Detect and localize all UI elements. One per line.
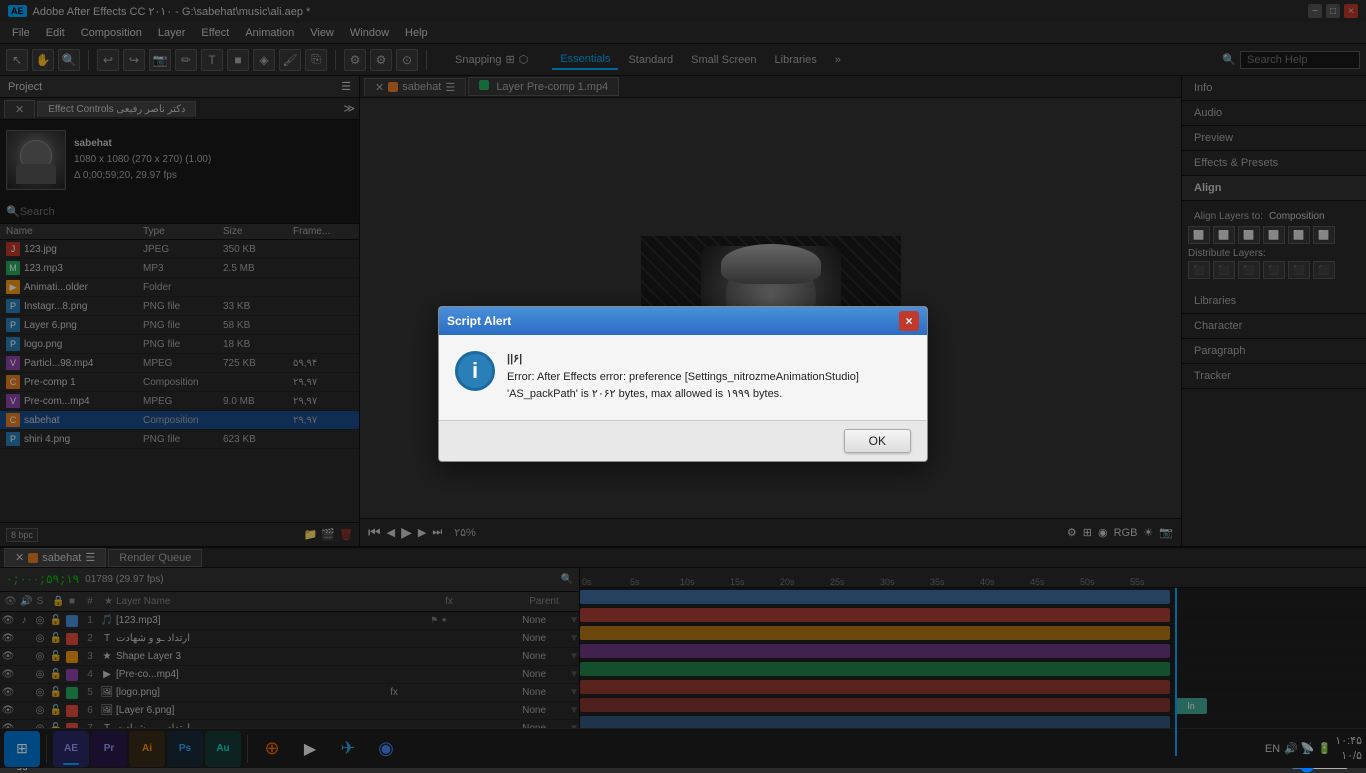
error-message: Error: After Effects error: preference […	[507, 371, 859, 401]
dialog-body: i ||۶| Error: After Effects error: prefe…	[439, 335, 927, 420]
dialog-message: ||۶| Error: After Effects error: prefere…	[507, 351, 911, 404]
error-code: ||۶|	[507, 353, 522, 365]
dialog-title-bar: Script Alert ×	[439, 307, 927, 335]
dialog-info-icon: i	[455, 351, 495, 391]
dialog-title-label: Script Alert	[447, 314, 511, 328]
script-alert-dialog: Script Alert × i ||۶| Error: After Effec…	[438, 306, 928, 462]
dialog-close-button[interactable]: ×	[899, 311, 919, 331]
dialog-footer: OK	[439, 420, 927, 461]
dialog-ok-button[interactable]: OK	[844, 429, 911, 453]
dialog-overlay[interactable]: Script Alert × i ||۶| Error: After Effec…	[0, 0, 1366, 768]
